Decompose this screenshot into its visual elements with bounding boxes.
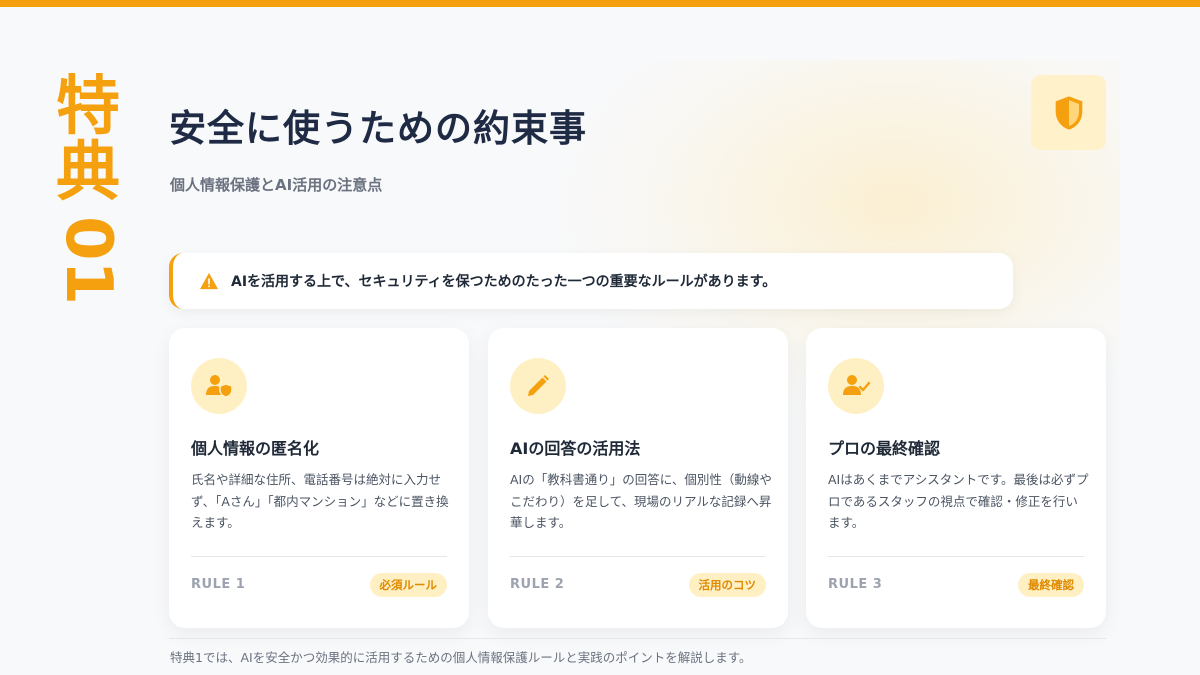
rule-card-3: プロの最終確認 AIはあくまでアシスタントです。最後は必ずプロであるスタッフの視… [806,328,1106,628]
card-badge: 活用のコツ [688,573,766,597]
alert-text: AIを活用する上で、セキュリティを保つためのたった一つの重要なルールがあります。 [231,274,777,290]
shield-icon [1055,95,1082,130]
user-check-icon [843,375,871,395]
side-label: 特 典 01 [51,70,125,346]
shield-badge [1031,75,1106,150]
card-icon-circle [828,358,884,414]
top-accent-bar [0,0,1200,7]
rule-card-2: AIの回答の活用法 AIの「教科書通り」の回答に、個別性（動線やこだわり）を足し… [488,328,788,628]
card-badge: 必須ルール [369,573,447,597]
card-heading: プロの最終確認 [828,439,941,458]
card-description: 氏名や詳細な住所、電話番号は絶対に入力せず、「Aさん」「都内マンション」などに置… [191,472,449,530]
card-heading: 個人情報の匿名化 [191,439,320,458]
footer-divider [169,638,1106,639]
page-title: 安全に使うための約束事 [169,107,587,150]
card-description: AIはあくまでアシスタントです。最後は必ずプロであるスタッフの視点で確認・修正を… [828,472,1089,530]
page-subtitle: 個人情報保護とAI活用の注意点 [170,176,383,194]
side-label-char-1: 特 [56,70,120,144]
rule-card-1: 個人情報の匿名化 氏名や詳細な住所、電話番号は絶対に入力せず、「Aさん」「都内マ… [169,328,469,628]
card-description: AIの「教科書通り」の回答に、個別性（動線やこだわり）を足して、現場のリアルな記… [510,472,772,530]
card-divider [510,556,766,557]
card-divider [191,556,447,557]
side-label-char-2: 典 [56,136,120,210]
footer-caption: 特典1では、AIを安全かつ効果的に活用するための個人情報保護ルールと実践のポイン… [170,650,752,665]
card-badge: 最終確認 [1018,573,1084,597]
card-rule-number: RULE 2 [510,577,565,592]
card-heading: AIの回答の活用法 [510,439,641,458]
warning-icon [199,272,219,290]
user-shield-icon [206,375,233,398]
card-icon-circle [510,358,566,414]
pen-icon [528,375,549,396]
important-rule-alert: AIを活用する上で、セキュリティを保つためのたった一つの重要なルールがあります。 [169,253,1013,309]
side-label-number: 01 [51,216,125,306]
card-rule-number: RULE 3 [828,577,883,592]
card-divider [828,556,1084,557]
card-rule-number: RULE 1 [191,577,246,592]
card-icon-circle [191,358,247,414]
